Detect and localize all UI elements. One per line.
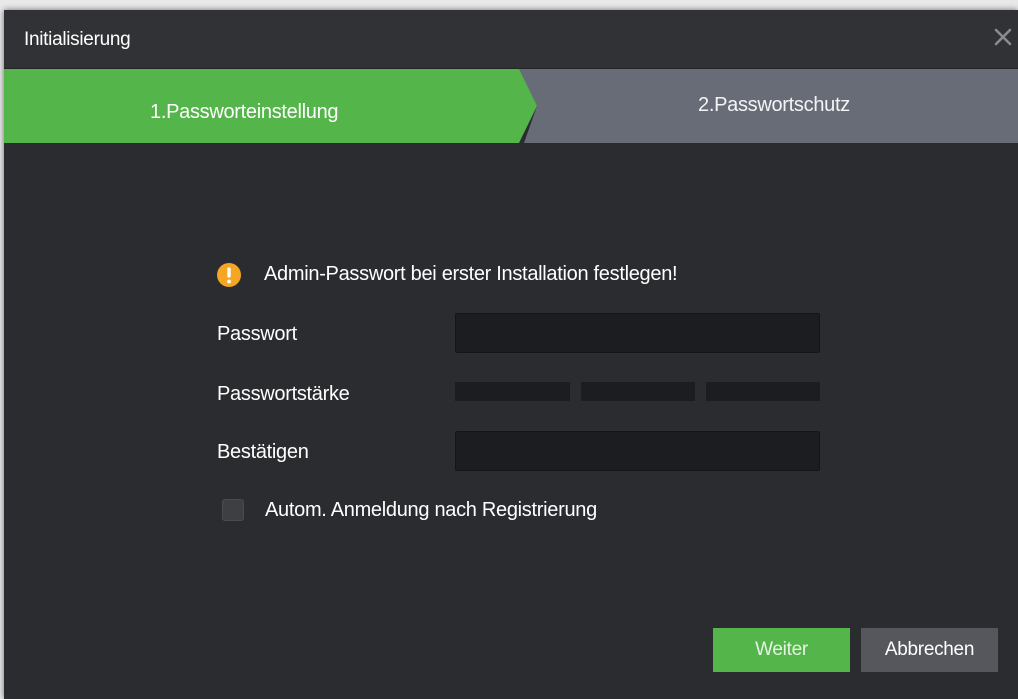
- cancel-button[interactable]: Abbrechen: [861, 628, 998, 672]
- auto-login-checkbox[interactable]: [222, 499, 244, 521]
- auto-login-label[interactable]: Autom. Anmeldung nach Registrierung: [265, 499, 597, 522]
- dialog-window: Initialisierung 1.Passworteinstellung 2.…: [4, 10, 1018, 699]
- strength-segment-strong: [706, 382, 820, 401]
- password-input[interactable]: [455, 313, 820, 353]
- strength-segment-medium: [581, 382, 695, 401]
- confirm-password-input[interactable]: [455, 431, 820, 471]
- password-strength-label: Passwortstärke: [217, 383, 350, 405]
- strength-segment-weak: [455, 382, 570, 401]
- next-button[interactable]: Weiter: [713, 628, 850, 672]
- form-area: Admin-Passwort bei erster Installation f…: [4, 10, 1018, 699]
- warning-message: Admin-Passwort bei erster Installation f…: [264, 263, 678, 285]
- password-label: Passwort: [217, 323, 297, 345]
- confirm-label: Bestätigen: [217, 441, 309, 463]
- warning-icon: [216, 262, 242, 288]
